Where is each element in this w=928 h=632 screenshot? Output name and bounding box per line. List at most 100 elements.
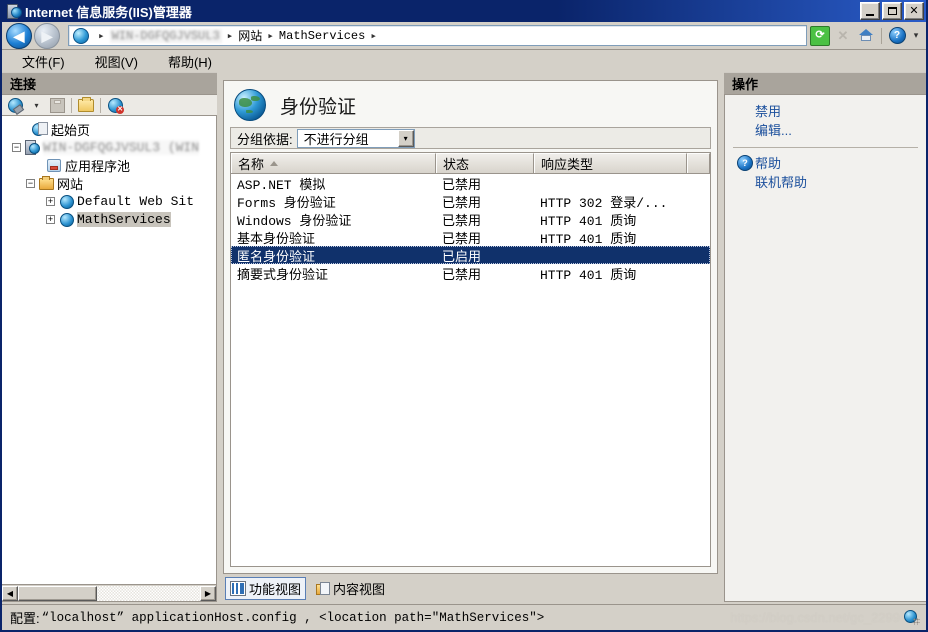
cell-status: 已禁用	[442, 176, 482, 192]
menu-item-file[interactable]: 文件(F)	[18, 50, 77, 73]
cell-name: 匿名身份验证	[237, 248, 316, 264]
menu-item-view[interactable]: 视图(V)	[91, 50, 150, 73]
chevron-down-icon[interactable]: ▾	[910, 26, 922, 46]
chevron-down-icon[interactable]: ▾	[397, 129, 414, 147]
tab-content-view[interactable]: 内容视图	[312, 578, 389, 599]
cell-status: 已启用	[442, 248, 482, 264]
tree-expander[interactable]: +	[46, 196, 55, 206]
action-edit[interactable]: 编辑...	[725, 120, 926, 139]
feature-panel: 身份验证 分组依据: 不进行分组 ▾ 名称 状态 响应类型 ASP.NET 模拟…	[223, 80, 718, 574]
breadcrumb-item-sites[interactable]: 网站	[238, 27, 262, 44]
close-button[interactable]: ✕	[904, 2, 924, 20]
minimize-button[interactable]	[860, 2, 880, 20]
tree-item-sites[interactable]: − 网站	[2, 174, 216, 192]
actions-list: 禁用 编辑... ? 帮助 联机帮助	[724, 94, 926, 602]
tree-expander[interactable]: −	[12, 142, 21, 152]
action-label: 禁用	[755, 104, 782, 119]
list-body[interactable]: ASP.NET 模拟 已禁用 Forms 身份验证 已禁用 HTTP 302 登…	[231, 174, 710, 566]
tree-item-server[interactable]: − WIN-DGFQGJVSUL3 (WIN	[2, 138, 216, 156]
breadcrumb[interactable]: ▸ WIN-DGFQGJVSUL3 ▸ 网站 ▸ MathServices ▸	[68, 25, 807, 46]
tree-expander[interactable]: +	[46, 214, 55, 224]
table-row[interactable]: 摘要式身份验证 已禁用 HTTP 401 质询	[231, 264, 710, 283]
tree-item-label: 起始页	[51, 122, 91, 138]
table-row[interactable]: 匿名身份验证 已启用	[231, 246, 710, 264]
action-help[interactable]: ? 帮助	[725, 153, 926, 172]
chevron-down-icon[interactable]: ▾	[27, 96, 45, 114]
group-by-select[interactable]: 不进行分组 ▾	[296, 128, 415, 148]
column-label: 名称	[238, 157, 265, 172]
tree-item-app-pools[interactable]: 应用程序池	[2, 156, 216, 174]
cell-name: 摘要式身份验证	[237, 266, 329, 282]
breadcrumb-separator: ▸	[267, 30, 274, 43]
content-view-icon	[316, 581, 331, 595]
website-icon	[58, 211, 74, 227]
open-folder-icon[interactable]	[77, 96, 95, 114]
window-controls: ✕	[860, 2, 924, 20]
sites-folder-icon	[38, 175, 54, 191]
help-icon[interactable]: ?	[887, 26, 907, 46]
disconnect-icon[interactable]: ✕	[106, 96, 124, 114]
back-arrow-icon[interactable]: ◀	[6, 22, 32, 49]
refresh-icon[interactable]: ⟳	[810, 25, 830, 46]
connections-pane: 连接 ▾ ✕ 起始页 − WIN-DGFQGJVSUL3 (WIN 应用程序池 …	[2, 72, 217, 602]
authentication-globe-icon	[234, 89, 266, 121]
tree-item-mathservices[interactable]: + MathServices	[2, 210, 216, 228]
connect-icon[interactable]	[6, 96, 25, 115]
table-row[interactable]: Forms 身份验证 已禁用 HTTP 302 登录/...	[231, 192, 710, 211]
column-header-name[interactable]: 名称	[231, 153, 436, 173]
actions-group-help: ? 帮助 联机帮助	[725, 153, 926, 195]
table-row[interactable]: ASP.NET 模拟 已禁用	[231, 174, 710, 193]
cell-status: 已禁用	[442, 230, 482, 246]
window-title: Internet 信息服务(IIS)管理器	[25, 4, 192, 20]
scrollbar-track[interactable]	[18, 585, 200, 601]
cell-response: HTTP 401 质询	[540, 231, 637, 247]
help-icon: ?	[737, 154, 755, 171]
breadcrumb-separator: ▸	[226, 30, 234, 43]
menu-item-help[interactable]: 帮助(H)	[164, 50, 224, 73]
list-header: 名称 状态 响应类型	[231, 153, 710, 174]
cell-name: Forms 身份验证	[237, 195, 336, 211]
tree-item-default-web-site[interactable]: + Default Web Sit	[2, 192, 216, 210]
maximize-button[interactable]	[882, 2, 902, 20]
tree-item-start-page[interactable]: 起始页	[2, 120, 216, 138]
tree-item-label: MathServices	[77, 211, 171, 227]
scroll-right-arrow[interactable]: ▶	[200, 585, 216, 601]
table-row[interactable]: Windows 身份验证 已禁用 HTTP 401 质询	[231, 210, 710, 229]
resize-grip-icon[interactable]	[904, 610, 920, 625]
connections-tree[interactable]: 起始页 − WIN-DGFQGJVSUL3 (WIN 应用程序池 − 网站 + …	[2, 116, 217, 585]
content-pane: 身份验证 分组依据: 不进行分组 ▾ 名称 状态 响应类型 ASP.NET 模拟…	[217, 72, 724, 602]
breadcrumb-item-server[interactable]: WIN-DGFQGJVSUL3	[109, 28, 222, 43]
action-disable[interactable]: 禁用	[725, 101, 926, 120]
menu-bar: 文件(F) 视图(V) 帮助(H)	[2, 50, 926, 72]
authentication-list[interactable]: 名称 状态 响应类型 ASP.NET 模拟 已禁用 Forms 身份验证 已禁用…	[230, 152, 711, 567]
globe-icon	[73, 27, 89, 44]
forward-arrow-icon[interactable]: ▶	[34, 22, 60, 49]
column-label: 响应类型	[541, 157, 594, 172]
cell-name: 基本身份验证	[237, 230, 316, 246]
start-page-icon	[32, 121, 48, 137]
tree-expander[interactable]: −	[26, 178, 35, 188]
cell-status: 已禁用	[442, 194, 482, 210]
cell-name: ASP.NET 模拟	[237, 177, 326, 193]
tree-horizontal-scrollbar[interactable]: ◀ ▶	[2, 585, 217, 602]
tab-features-view[interactable]: 功能视图	[225, 576, 307, 600]
cell-response: HTTP 401 质询	[540, 267, 637, 283]
status-text: “localhost” applicationHost.config , <lo…	[41, 610, 545, 625]
table-row[interactable]: 基本身份验证 已禁用 HTTP 401 质询	[231, 228, 710, 247]
group-by-label: 分组依据:	[237, 131, 293, 147]
save-icon	[48, 96, 66, 114]
scrollbar-thumb[interactable]	[18, 585, 97, 601]
column-header-status[interactable]: 状态	[436, 153, 534, 173]
group-by-bar: 分组依据: 不进行分组 ▾	[230, 127, 711, 149]
website-icon	[58, 193, 74, 209]
scroll-left-arrow[interactable]: ◀	[2, 585, 18, 601]
column-header-response-type[interactable]: 响应类型	[534, 153, 687, 173]
title-bar: Internet 信息服务(IIS)管理器 ✕	[2, 0, 926, 22]
column-header-filler[interactable]	[687, 153, 710, 173]
home-icon[interactable]	[856, 26, 876, 46]
breadcrumb-item-mathservices[interactable]: MathServices	[279, 29, 365, 43]
divider	[733, 147, 918, 148]
action-online-help[interactable]: 联机帮助	[725, 172, 926, 191]
breadcrumb-separator: ▸	[98, 30, 105, 43]
divider	[71, 97, 72, 113]
